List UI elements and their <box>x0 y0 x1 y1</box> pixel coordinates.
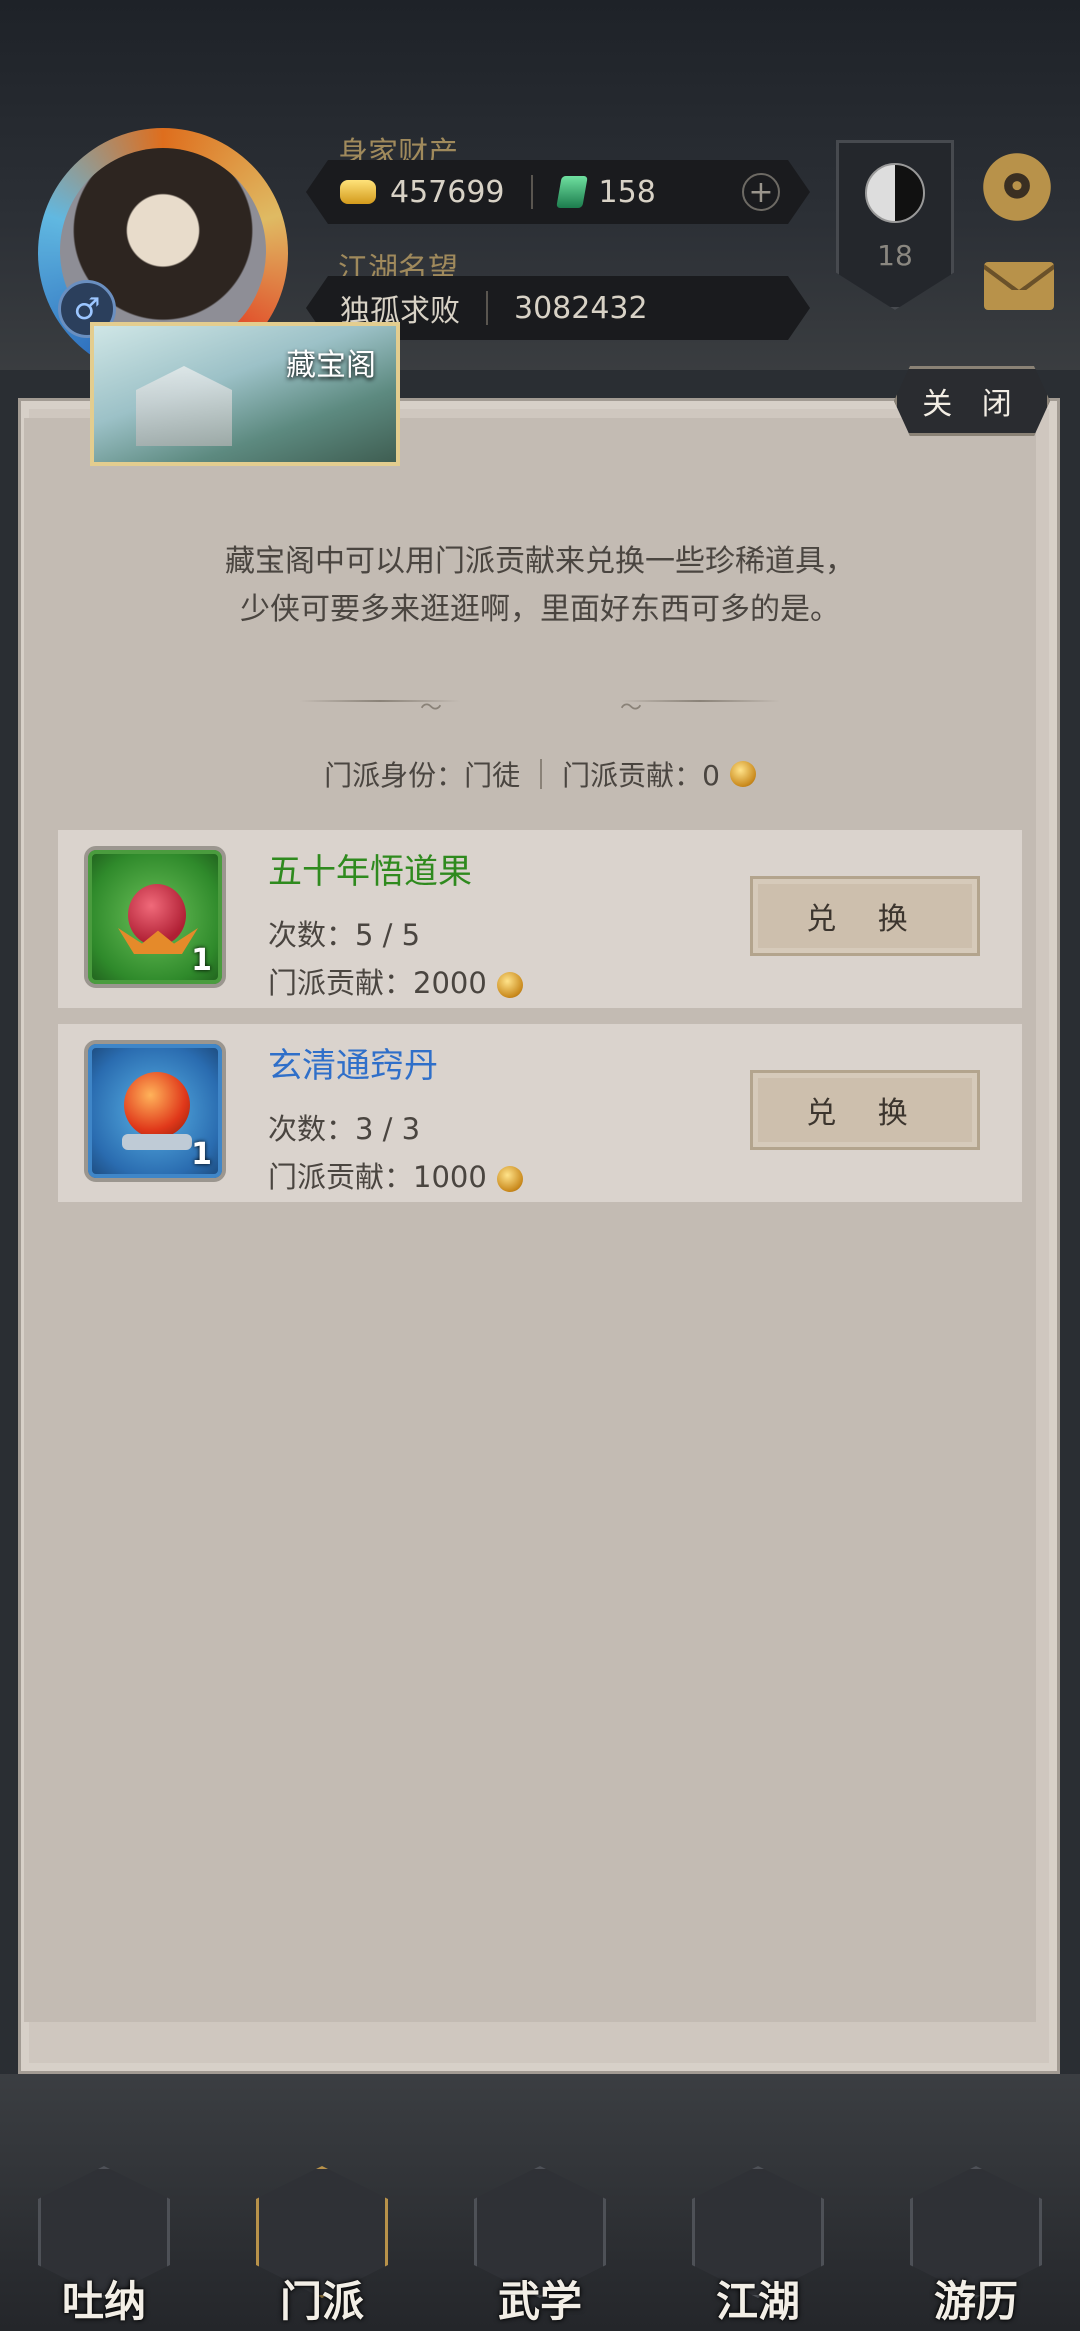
item-icon-xuanqing-pill[interactable]: 1 <box>84 1040 226 1182</box>
divider-ornament-left: ～ <box>420 696 443 721</box>
list-item: 1 五十年悟道果 次数：5 / 5 门派贡献：2000 兑 换 <box>58 830 1022 1008</box>
panel-title: 藏宝阁 <box>286 348 376 383</box>
description-line-1: 藏宝阁中可以用门派贡献来兑换一些珍稀道具， <box>225 544 855 579</box>
sect-identity: 门派身份：门徒 <box>324 759 521 792</box>
description-line-2: 少侠可要多来逛逛啊，里面好东西可多的是。 <box>240 592 840 627</box>
wealth-bar: 457699 158 + <box>306 160 810 224</box>
nav-tuna[interactable]: 吐纳 <box>24 2166 184 2326</box>
nav-martial-arts[interactable]: 武学 <box>460 2166 620 2326</box>
nav-label: 游历 <box>933 2277 1018 2326</box>
level-value: 18 <box>877 239 913 272</box>
top-status-bar: ♂ 身家财产 457699 158 + 江湖名望 独孤求败 3082432 18… <box>0 0 1080 378</box>
exchange-button[interactable]: 兑 换 <box>750 1070 980 1150</box>
exchange-button[interactable]: 兑 换 <box>750 876 980 956</box>
item-quantity: 1 <box>191 1137 212 1172</box>
fruit-icon <box>128 884 186 946</box>
gear-icon[interactable]: ⚙ <box>980 150 1054 224</box>
gold-icon <box>340 180 376 204</box>
list-item: 1 玄清通窍丹 次数：3 / 3 门派贡献：1000 兑 换 <box>58 1024 1022 1202</box>
mail-icon[interactable] <box>984 262 1054 310</box>
item-list-area <box>24 418 1036 2022</box>
close-button[interactable]: 关 闭 <box>894 366 1050 436</box>
coin-icon <box>496 972 523 998</box>
item-name: 玄清通窍丹 <box>268 1046 438 1086</box>
nav-label: 武学 <box>497 2277 582 2326</box>
item-cost: 门派贡献：2000 <box>268 960 523 1002</box>
nav-label: 门派 <box>279 2277 364 2326</box>
sect-contribution: 门派贡献：0 <box>562 759 720 792</box>
divider-right <box>620 700 780 702</box>
item-cost-text: 门派贡献：1000 <box>268 1160 487 1194</box>
nav-label: 吐纳 <box>61 2277 146 2326</box>
sect-status: 门派身份：门徒 门派贡献：0 <box>0 754 1080 794</box>
level-banner[interactable]: 18 <box>836 140 954 310</box>
item-name: 五十年悟道果 <box>268 852 472 892</box>
item-quantity: 1 <box>191 943 212 978</box>
divider-ornament-right: ～ <box>620 696 643 721</box>
nav-travel[interactable]: 游历 <box>896 2166 1056 2326</box>
item-icon-wudao-fruit[interactable]: 1 <box>84 846 226 988</box>
pill-orb-icon <box>122 1072 192 1150</box>
fame-value: 3082432 <box>514 290 648 326</box>
jade-amount: 158 <box>598 174 656 210</box>
coin-icon <box>496 1166 523 1192</box>
nav-sect[interactable]: 门派 <box>242 2166 402 2326</box>
item-cost: 门派贡献：1000 <box>268 1154 523 1196</box>
gold-amount: 457699 <box>390 174 505 210</box>
treasure-pavilion-thumbnail: 藏宝阁 <box>90 322 400 466</box>
item-times: 次数：3 / 3 <box>268 1112 421 1146</box>
item-cost-text: 门派贡献：2000 <box>268 966 487 1000</box>
nav-label: 江湖 <box>715 2277 800 2326</box>
jade-icon <box>556 176 588 208</box>
plus-icon[interactable]: + <box>742 173 780 211</box>
nav-jianghu[interactable]: 江湖 <box>678 2166 838 2326</box>
bottom-nav: 吐纳 门派 武学 江湖 游历 <box>0 2074 1080 2331</box>
item-times: 次数：5 / 5 <box>268 918 421 952</box>
coin-icon <box>729 761 756 787</box>
taiji-icon <box>865 163 925 223</box>
